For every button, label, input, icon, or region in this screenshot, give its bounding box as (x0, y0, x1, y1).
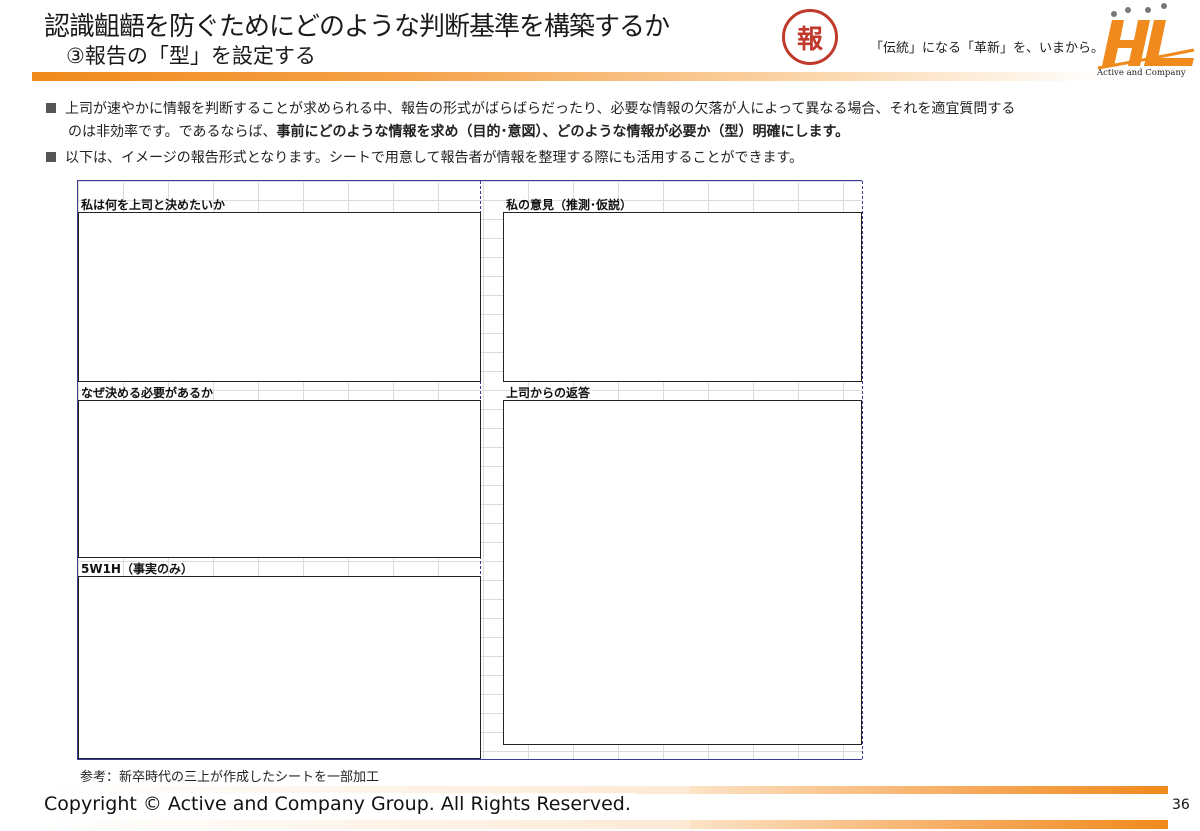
logo-dot (1125, 7, 1131, 13)
bullet-text: のは非効率です。であるならば、 (68, 124, 277, 140)
footer-bar (690, 820, 1168, 829)
section-label-response: 上司からの返答 (506, 386, 591, 400)
section-label-5w1h: 5W1H（事実のみ） (81, 562, 193, 576)
report-badge: 報 (782, 9, 838, 65)
bullet-line: 上司が速やかに情報を判断することが求められる中、報告の形式がばらばらだったり、必… (46, 98, 1166, 121)
section-label-opinion: 私の意見（推測･仮説） (506, 198, 633, 212)
page-subtitle: ③報告の「型」を設定する (66, 44, 316, 68)
footer-bar (44, 820, 690, 829)
logo-dot (1145, 7, 1151, 13)
bullet-item: 上司が速やかに情報を判断することが求められる中、報告の形式がばらばらだったり、必… (46, 98, 1166, 144)
bullet-emphasis: 事前にどのような情報を求め（目的･意図）、どのような情報が必要か（型）明確にしま… (276, 124, 850, 140)
footer-bar (690, 786, 1168, 794)
bullet-text: 上司が速やかに情報を判断することが求められる中、報告の形式がばらばらだったり、必… (65, 101, 1016, 117)
report-badge-label: 報 (796, 24, 823, 55)
report-template-sheet: 私は何を上司と決めたいか なぜ決める必要があるか 5W1H（事実のみ） 私の意見… (77, 180, 863, 760)
logo-caption: Active and Company (1097, 68, 1186, 78)
bullet-item: 以下は、イメージの報告形式となります。シートで用意して報告者が情報を整理する際に… (46, 147, 1166, 170)
square-bullet-icon (46, 152, 56, 162)
page-number: 36 (1172, 797, 1190, 813)
copyright-text: Copyright © Active and Company Group. Al… (44, 793, 635, 815)
section-box-decision (78, 212, 481, 382)
title-underline-bar (32, 72, 1102, 81)
logo-dot (1161, 3, 1167, 9)
square-bullet-icon (46, 103, 56, 113)
section-label-decision: 私は何を上司と決めたいか (81, 198, 226, 212)
company-slogan: 「伝統」になる「革新」を、いまから。 (870, 41, 1105, 56)
section-box-5w1h (78, 576, 481, 759)
section-box-opinion (503, 212, 862, 382)
section-label-reason: なぜ決める必要があるか (81, 386, 214, 400)
page-title: 認識齟齬を防ぐためにどのような判断基準を構築するか (44, 12, 670, 42)
reference-note: 参考：新卒時代の三上が作成したシートを一部加工 (80, 770, 380, 785)
bullet-line: のは非効率です。であるならば、事前にどのような情報を求め（目的･意図）、どのよう… (46, 121, 1166, 144)
section-box-reason (78, 400, 481, 558)
bullet-text: 以下は、イメージの報告形式となります。シートで用意して報告者が情報を整理する際に… (65, 150, 804, 166)
page-break-line (862, 181, 863, 759)
logo-dot (1111, 11, 1117, 17)
section-box-response (503, 400, 862, 745)
